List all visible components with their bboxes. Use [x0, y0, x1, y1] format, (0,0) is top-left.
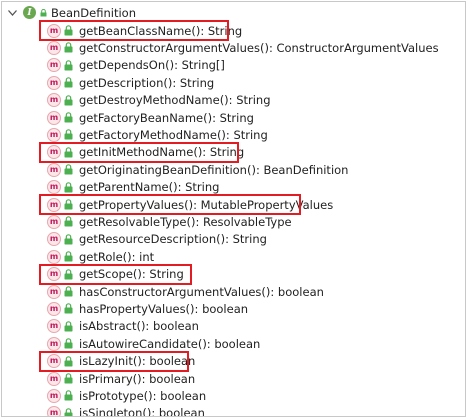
method-label: getParentName(): String — [79, 180, 220, 195]
method-label: getResourceDescription(): String — [79, 232, 267, 247]
method-item[interactable]: m getScope(): String — [47, 266, 184, 283]
method-item[interactable]: m isPrototype(): boolean — [47, 387, 206, 404]
method-item[interactable]: m getBeanClassName(): String — [47, 22, 242, 39]
method-icon: m — [47, 93, 61, 108]
method-label: isLazyInit(): boolean — [79, 354, 196, 369]
method-icon: m — [47, 180, 61, 195]
method-item[interactable]: m getFactoryBeanName(): String — [47, 109, 254, 126]
method-icon: m — [47, 162, 61, 177]
method-icon: m — [47, 336, 61, 351]
lock-icon — [64, 321, 73, 332]
method-icon: m — [47, 354, 61, 369]
method-icon: m — [47, 388, 61, 403]
method-item[interactable]: m getDependsOn(): String[] — [47, 57, 225, 74]
method-label: getInitMethodName(): String — [79, 145, 245, 160]
tree-root-label: BeanDefinition — [51, 5, 136, 20]
lock-icon — [64, 181, 73, 193]
method-icon: m — [47, 40, 61, 55]
method-icon: m — [47, 127, 61, 142]
method-icon: m — [47, 197, 61, 212]
method-icon: m — [47, 58, 61, 73]
method-icon: m — [47, 249, 61, 264]
method-label: getScope(): String — [79, 267, 184, 282]
lock-icon — [64, 251, 73, 262]
method-item[interactable]: m isLazyInit(): boolean — [47, 353, 195, 370]
tree-root-node[interactable]: I BeanDefinition — [6, 4, 136, 21]
method-item[interactable]: m getParentName(): String — [47, 179, 219, 196]
lock-icon — [64, 42, 73, 53]
method-label: getBeanClassName(): String — [79, 23, 243, 38]
method-item[interactable]: m getDestroyMethodName(): String — [47, 92, 271, 109]
method-label: getFactoryBeanName(): String — [79, 110, 254, 125]
method-item[interactable]: m hasPropertyValues(): boolean — [47, 300, 248, 317]
lock-icon — [64, 234, 73, 245]
method-item[interactable]: m hasConstructorArgumentValues(): boolean — [47, 283, 324, 300]
method-item[interactable]: m isSingleton(): boolean — [47, 405, 205, 417]
method-item[interactable]: m getResourceDescription(): String — [47, 231, 267, 248]
method-item[interactable]: m getDescription(): String — [47, 74, 214, 91]
method-icon: m — [47, 75, 61, 90]
lock-icon — [64, 390, 73, 401]
method-label: getConstructorArgumentValues(): Construc… — [79, 40, 439, 55]
lock-icon — [64, 373, 73, 384]
method-label: isPrimary(): boolean — [79, 371, 196, 386]
lock-icon — [64, 216, 73, 227]
method-label: getDescription(): String — [79, 75, 215, 90]
method-item[interactable]: m isAbstract(): boolean — [47, 318, 199, 335]
method-label: getRole(): int — [79, 249, 155, 264]
lock-icon — [64, 129, 73, 140]
method-item[interactable]: m isAutowireCandidate(): boolean — [47, 335, 260, 352]
method-label: getResolvableType(): ResolvableType — [79, 214, 292, 229]
method-icon: m — [47, 232, 61, 247]
lock-icon — [64, 355, 73, 367]
lock-icon — [64, 338, 73, 349]
structure-panel: I BeanDefinition m getBeanClassName(): St… — [1, 1, 466, 417]
method-icon: m — [47, 214, 61, 229]
method-label: isAbstract(): boolean — [79, 319, 199, 334]
lock-icon — [64, 408, 73, 416]
method-item[interactable]: m getConstructorArgumentValues(): Constru… — [47, 39, 439, 56]
lock-icon — [64, 303, 73, 314]
method-icon: m — [47, 406, 61, 416]
lock-icon — [64, 25, 73, 36]
method-icon: m — [47, 145, 61, 160]
method-icon: m — [47, 23, 61, 38]
method-icon: m — [47, 284, 61, 299]
method-label: isSingleton(): boolean — [79, 406, 205, 417]
method-icon: m — [47, 319, 61, 334]
lock-icon — [64, 60, 73, 71]
method-icon: m — [47, 110, 61, 125]
method-item[interactable]: m getOriginatingBeanDefinition(): BeanDef… — [47, 161, 348, 178]
method-item[interactable]: m isPrimary(): boolean — [47, 370, 195, 387]
chevron-down-icon[interactable] — [6, 7, 18, 19]
lock-icon — [64, 268, 73, 280]
lock-icon — [64, 164, 73, 175]
method-label: hasConstructorArgumentValues(): boolean — [79, 284, 324, 299]
method-item[interactable]: m getInitMethodName(): String — [47, 144, 244, 161]
interface-icon: I — [23, 6, 36, 19]
method-label: getOriginatingBeanDefinition(): BeanDefi… — [79, 162, 349, 177]
method-icon: m — [47, 267, 61, 282]
lock-icon — [40, 8, 47, 17]
lock-icon — [64, 286, 73, 297]
lock-icon — [64, 147, 73, 158]
method-label: getFactoryMethodName(): String — [79, 127, 268, 142]
method-icon: m — [47, 301, 61, 316]
lock-icon — [64, 112, 73, 123]
method-item[interactable]: m getFactoryMethodName(): String — [47, 126, 268, 143]
method-label: getDestroyMethodName(): String — [79, 93, 271, 108]
lock-icon — [64, 94, 73, 106]
method-label: getPropertyValues(): MutablePropertyValu… — [79, 197, 334, 212]
method-item[interactable]: m getRole(): int — [47, 248, 154, 265]
method-label: getDependsOn(): String[] — [79, 58, 225, 73]
method-label: hasPropertyValues(): boolean — [79, 301, 249, 316]
method-label: isAutowireCandidate(): boolean — [79, 336, 261, 351]
method-item[interactable]: m getPropertyValues(): MutablePropertyVal… — [47, 196, 333, 213]
lock-icon — [64, 199, 73, 210]
lock-icon — [64, 77, 73, 88]
method-icon: m — [47, 371, 61, 386]
method-label: isPrototype(): boolean — [79, 388, 207, 403]
method-item[interactable]: m getResolvableType(): ResolvableType — [47, 213, 292, 230]
